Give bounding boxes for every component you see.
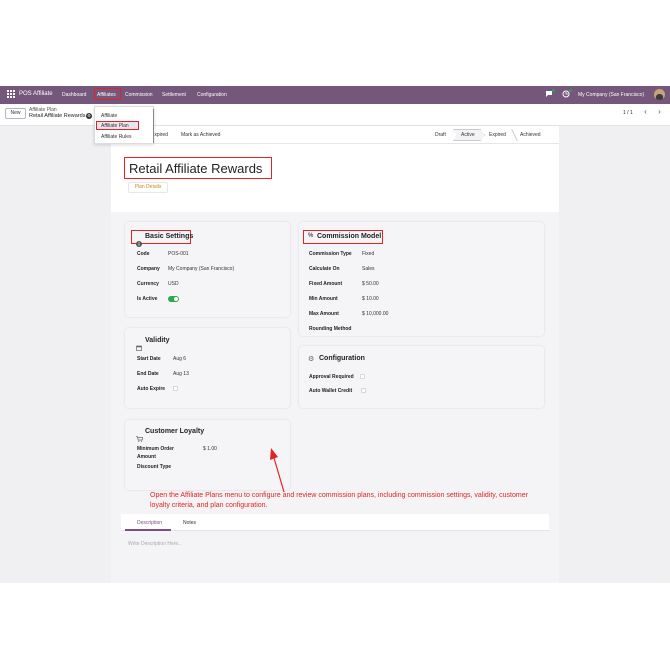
cart-icon bbox=[136, 429, 144, 447]
app-name[interactable]: POS Affiliate bbox=[19, 91, 53, 97]
top-navbar: POS Affiliate Dashboard Affiliates Commi… bbox=[0, 86, 670, 104]
status-bar: Expired Mark as Achieved Draft Active Ex… bbox=[111, 126, 559, 144]
new-button[interactable]: New bbox=[5, 108, 26, 119]
record-title[interactable]: Retail Affiliate Rewards bbox=[129, 161, 262, 176]
menu-item-affiliate-rules[interactable]: Affiliate Rules bbox=[101, 134, 131, 140]
tab-notes[interactable]: Notes bbox=[183, 520, 196, 526]
commission-type-label: Commission Type bbox=[309, 251, 352, 257]
rounding-method-label: Rounding Method bbox=[309, 326, 352, 332]
stage-active[interactable]: Active bbox=[461, 132, 475, 138]
stage-separator bbox=[506, 129, 518, 141]
menu-commission[interactable]: Commission bbox=[125, 92, 153, 98]
basic-settings-heading: Basic Settings bbox=[145, 233, 194, 240]
minimum-order-label-line2: Amount bbox=[137, 454, 156, 460]
auto-wallet-credit-label: Auto Wallet Credit bbox=[309, 388, 353, 394]
mark-as-achieved-button[interactable]: Mark as Achieved bbox=[181, 132, 220, 138]
validity-heading: Validity bbox=[145, 337, 170, 344]
form-sheet: Expired Mark as Achieved Draft Active Ex… bbox=[111, 126, 559, 583]
tab-plan-details[interactable]: Plan Details bbox=[128, 182, 168, 193]
code-label: Code bbox=[137, 251, 150, 257]
auto-expire-label: Auto Expire bbox=[137, 386, 166, 392]
breadcrumb-current: Retail Affiliate Rewards bbox=[29, 113, 86, 119]
gears-icon: ⚙ bbox=[308, 356, 315, 363]
affiliates-highlight-box bbox=[94, 88, 121, 100]
end-date-value[interactable]: Aug 13 bbox=[173, 371, 189, 377]
company-switcher[interactable]: My Company (San Francisco) bbox=[578, 92, 644, 98]
affiliates-dropdown-menu: Affiliate Affiliate Plan Affiliate Rules bbox=[94, 106, 154, 144]
commission-model-heading: Commission Model bbox=[317, 233, 382, 240]
stage-achieved[interactable]: Achieved bbox=[520, 132, 541, 138]
menu-settlement[interactable]: Settlement bbox=[162, 92, 186, 98]
code-value[interactable]: POS-001 bbox=[168, 251, 189, 257]
menu-dashboard[interactable]: Dashboard bbox=[62, 92, 86, 98]
app-frame: POS Affiliate Dashboard Affiliates Commi… bbox=[0, 86, 670, 583]
end-date-label: End Date bbox=[137, 371, 159, 377]
menu-item-affiliate-plan[interactable]: Affiliate Plan bbox=[101, 123, 129, 129]
max-amount-value[interactable]: $ 10,000.00 bbox=[362, 311, 388, 317]
auto-wallet-credit-checkbox[interactable] bbox=[361, 388, 366, 393]
company-label: Company bbox=[137, 266, 160, 272]
minimum-order-label: Minimum Order bbox=[137, 446, 174, 452]
description-editor[interactable]: Write Description Here.. bbox=[128, 541, 181, 547]
configuration-heading: Configuration bbox=[319, 355, 365, 362]
is-active-toggle[interactable] bbox=[168, 296, 179, 302]
company-value[interactable]: My Company (San Francisco) bbox=[168, 266, 234, 272]
annotation-text: Open the Affiliate Plans menu to configu… bbox=[150, 492, 528, 509]
gear-icon[interactable]: ⚙ bbox=[86, 113, 92, 119]
approval-required-checkbox[interactable] bbox=[360, 374, 365, 379]
start-date-value[interactable]: Aug 6 bbox=[173, 356, 186, 362]
chat-icon[interactable] bbox=[545, 89, 555, 98]
auto-expire-checkbox[interactable] bbox=[173, 386, 178, 391]
stage-expired[interactable]: Expired bbox=[489, 132, 506, 138]
user-avatar[interactable] bbox=[654, 89, 665, 100]
currency-value[interactable]: USD bbox=[168, 281, 179, 287]
pager-next-icon[interactable]: › bbox=[654, 107, 665, 118]
menu-item-affiliate[interactable]: Affiliate bbox=[101, 113, 117, 119]
activity-clock-icon[interactable] bbox=[562, 89, 572, 98]
minimum-order-value[interactable]: $ 1.00 bbox=[203, 446, 217, 452]
fixed-amount-value[interactable]: $ 50.00 bbox=[362, 281, 379, 287]
pager-prev-icon[interactable]: ‹ bbox=[640, 107, 651, 118]
menu-configuration[interactable]: Configuration bbox=[197, 92, 227, 98]
dropdown-scrollbar[interactable] bbox=[153, 109, 154, 143]
tab-description[interactable]: Description bbox=[137, 520, 162, 526]
active-tab-indicator bbox=[125, 529, 171, 531]
customer-loyalty-heading: Customer Loyalty bbox=[145, 428, 205, 435]
notebook-tabs: Description Notes bbox=[121, 514, 549, 531]
annotation-arrow bbox=[270, 448, 285, 493]
apps-menu-icon[interactable] bbox=[7, 90, 15, 98]
max-amount-label: Max Amount bbox=[309, 311, 339, 317]
calculate-on-value[interactable]: Sales bbox=[362, 266, 375, 272]
pager-value[interactable]: 1 / 1 bbox=[623, 110, 633, 116]
approval-required-label: Approval Required bbox=[309, 374, 354, 380]
fixed-amount-label: Fixed Amount bbox=[309, 281, 343, 287]
calculate-on-label: Calculate On bbox=[309, 266, 340, 272]
calendar-icon bbox=[136, 338, 142, 356]
min-amount-value[interactable]: $ 10.00 bbox=[362, 296, 379, 302]
start-date-label: Start Date bbox=[137, 356, 161, 362]
currency-label: Currency bbox=[137, 281, 159, 287]
stage-draft[interactable]: Draft bbox=[435, 132, 446, 138]
is-active-label: Is Active bbox=[137, 296, 158, 302]
commission-type-value[interactable]: Fixed bbox=[362, 251, 374, 257]
discount-type-label: Discount Type bbox=[137, 464, 172, 470]
info-icon bbox=[136, 234, 142, 252]
percent-icon: % bbox=[308, 233, 314, 239]
min-amount-label: Min Amount bbox=[309, 296, 338, 302]
